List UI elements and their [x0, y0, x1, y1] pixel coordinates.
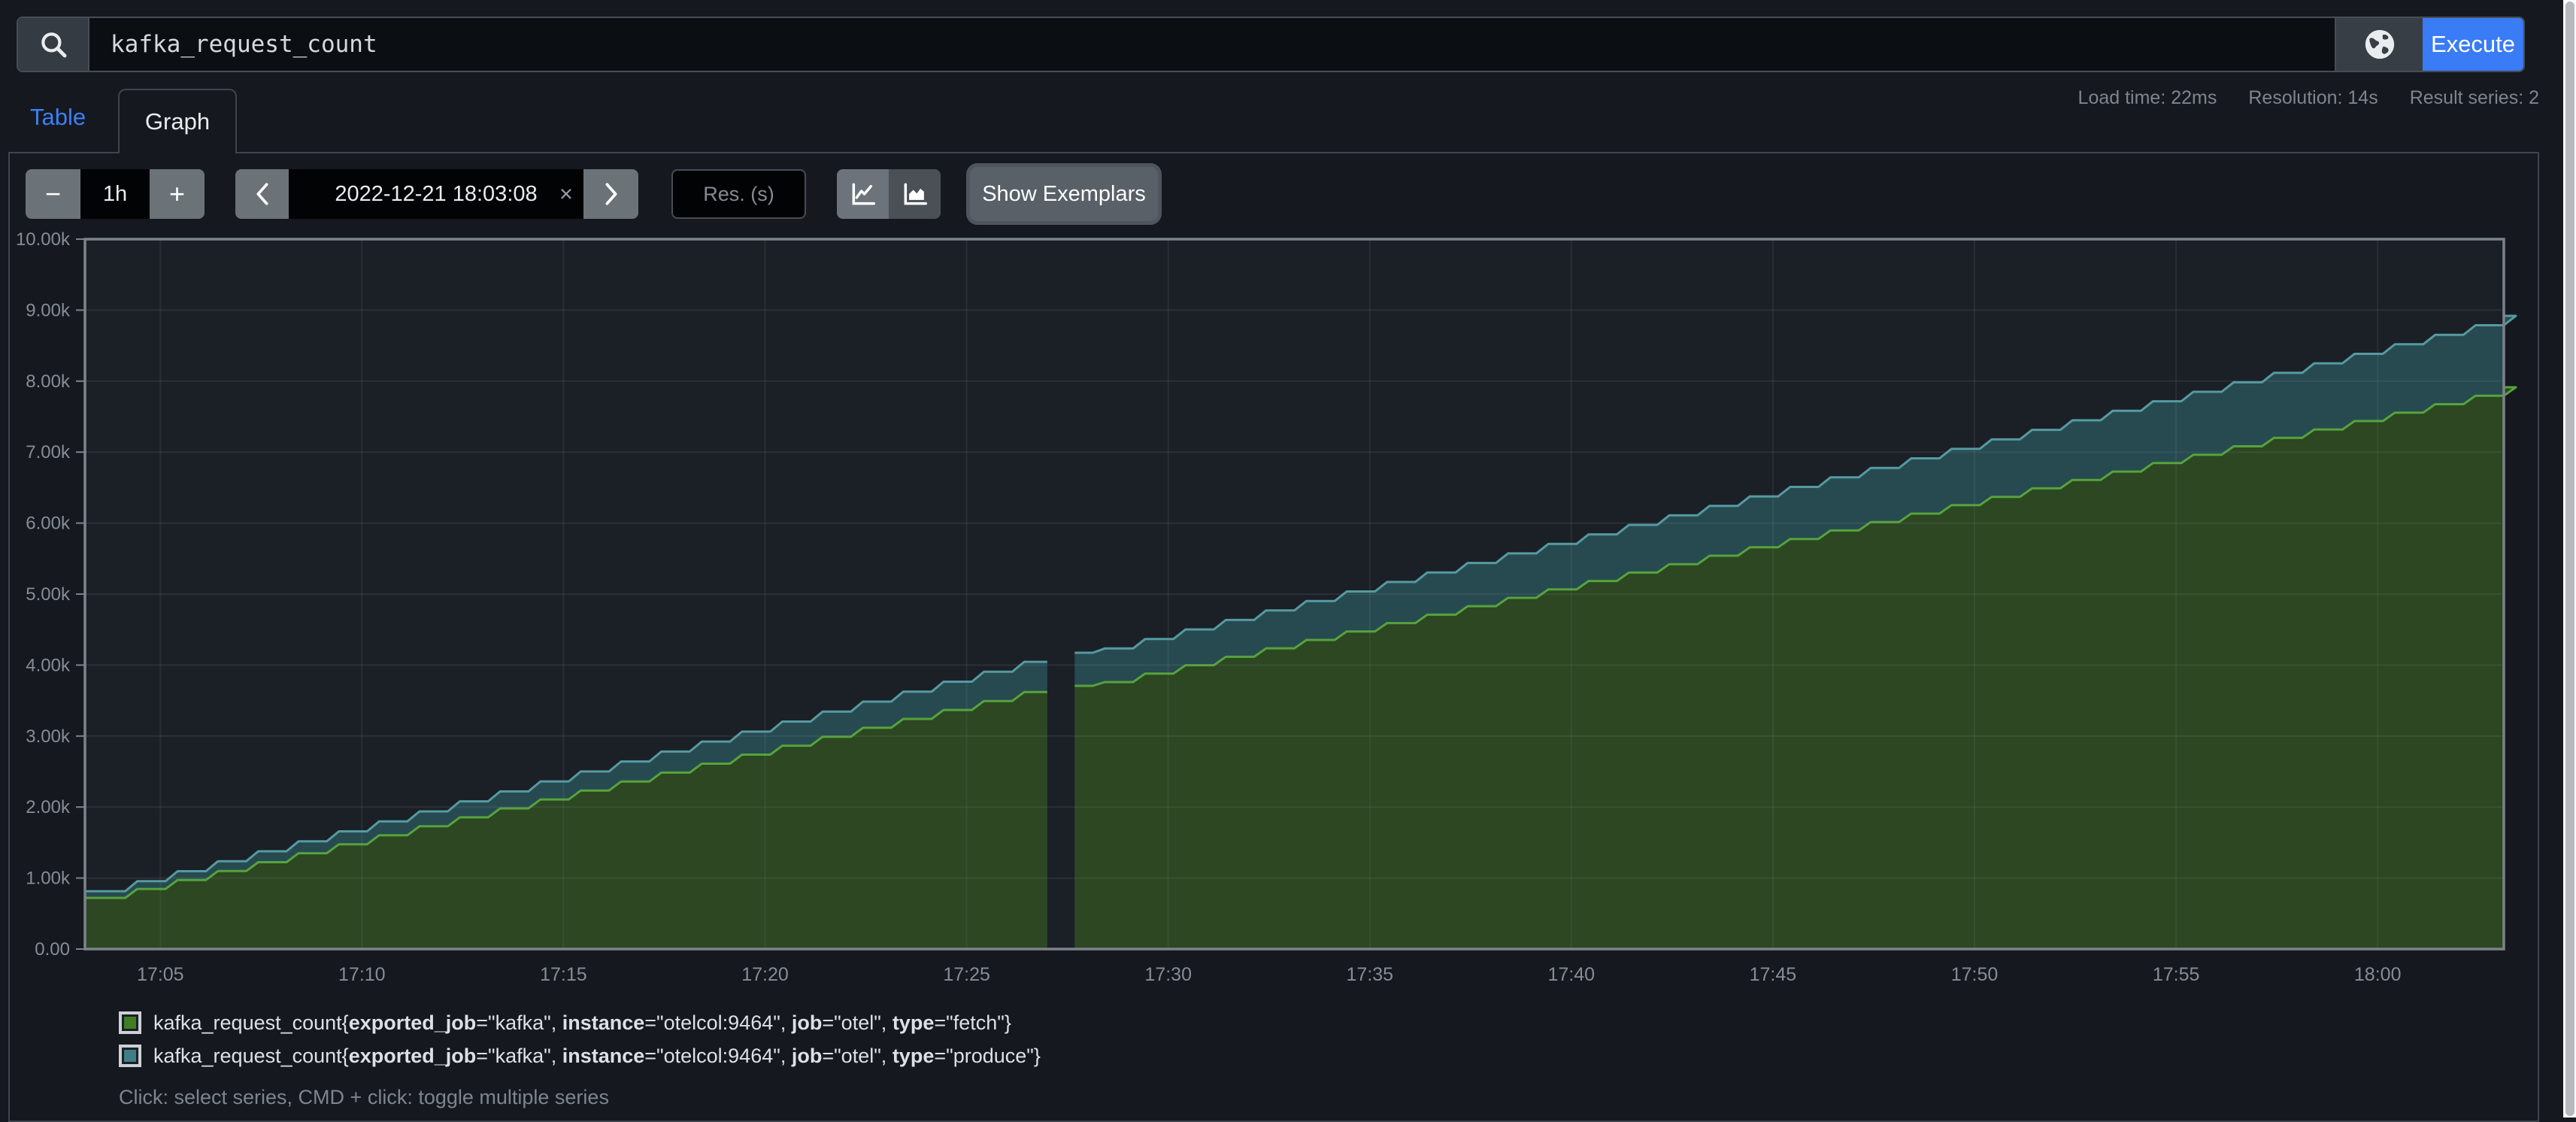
show-exemplars-button[interactable]: Show Exemplars [970, 167, 1158, 221]
legend: kafka_request_count{exported_job="kafka"… [119, 1006, 1041, 1072]
chevron-right-icon [600, 181, 623, 207]
line-chart-icon [849, 180, 877, 208]
search-icon [38, 29, 69, 60]
series-label: kafka_request_count{exported_job="kafka"… [153, 1045, 1041, 1068]
time-input[interactable]: 2022-12-21 18:03:08 × [289, 169, 583, 219]
load-time: Load time: 22ms [2078, 87, 2217, 108]
search-icon-cell [18, 18, 89, 71]
resolution: Resolution: 14s [2248, 87, 2377, 108]
range-input[interactable]: 1h [80, 169, 150, 219]
series-color-swatch [119, 1045, 141, 1067]
tab-content-panel [8, 152, 2539, 1122]
scrollbar-thumb[interactable] [2565, 2, 2574, 1116]
query-bar: Execute [17, 17, 2525, 72]
tab-graph[interactable]: Graph [118, 89, 237, 153]
line-chart-toggle-button[interactable] [837, 169, 889, 219]
metrics-explorer-button[interactable] [2335, 18, 2423, 71]
globe-icon [2362, 27, 2397, 62]
legend-series-row[interactable]: kafka_request_count{exported_job="kafka"… [119, 1039, 1041, 1072]
execute-button[interactable]: Execute [2423, 18, 2523, 71]
chevron-left-icon [251, 181, 274, 207]
legend-hint: Click: select series, CMD + click: toggl… [119, 1086, 609, 1109]
query-stats: Load time: 22ms Resolution: 14s Result ser… [2047, 87, 2539, 109]
range-increment-button[interactable]: + [150, 169, 205, 219]
stacked-chart-toggle-button[interactable] [889, 169, 941, 219]
clear-time-icon[interactable]: × [559, 180, 573, 208]
result-series: Result series: 2 [2410, 87, 2539, 108]
scrollbar[interactable] [2563, 0, 2576, 1117]
time-back-button[interactable] [235, 169, 289, 219]
legend-series-row[interactable]: kafka_request_count{exported_job="kafka"… [119, 1006, 1041, 1039]
time-value: 2022-12-21 18:03:08 [335, 182, 537, 207]
resolution-input[interactable] [671, 169, 806, 219]
stacked-chart-icon [901, 180, 929, 208]
time-forward-button[interactable] [583, 169, 638, 219]
tab-table[interactable]: Table [30, 104, 86, 131]
series-color-swatch [119, 1011, 141, 1034]
range-decrement-button[interactable]: − [26, 169, 80, 219]
query-input[interactable] [89, 18, 2335, 71]
series-label: kafka_request_count{exported_job="kafka"… [153, 1011, 1011, 1035]
